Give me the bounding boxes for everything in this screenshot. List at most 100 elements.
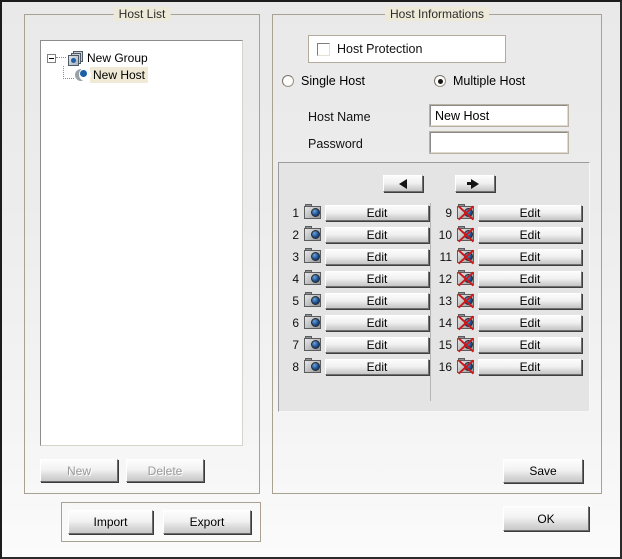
host-information-title: Host Informations: [384, 7, 490, 21]
camera-disabled-icon: [456, 204, 475, 221]
password-label: Password: [308, 137, 363, 151]
multiple-host-radio[interactable]: [434, 75, 446, 87]
channel-edit-button[interactable]: Edit: [325, 270, 429, 287]
channel-edit-button[interactable]: Edit: [325, 204, 429, 221]
tree-connector: [56, 57, 66, 59]
channel-row: 2 Edit: [283, 225, 429, 244]
tree-item-label-group: New Group: [87, 51, 148, 65]
host-protection-frame[interactable]: Host Protection: [308, 35, 506, 63]
channel-number: 9: [445, 205, 452, 220]
camera-icon: [303, 226, 322, 243]
camera-disabled-icon: [456, 270, 475, 287]
channel-edit-button[interactable]: Edit: [478, 314, 582, 331]
right-arrow-icon: [467, 178, 479, 189]
channel-row: 6 Edit: [283, 313, 429, 332]
camera-disabled-icon: [456, 358, 475, 375]
channel-row: 10 Edit: [436, 225, 582, 244]
group-stack-icon: [68, 50, 84, 66]
channel-number: 1: [292, 205, 299, 220]
channel-edit-button[interactable]: Edit: [478, 292, 582, 309]
channel-number: 13: [438, 293, 452, 308]
channel-number: 16: [438, 359, 452, 374]
channel-number: 14: [438, 315, 452, 330]
channel-number: 8: [292, 359, 299, 374]
camera-icon: [303, 292, 322, 309]
single-host-radio[interactable]: [282, 75, 294, 87]
camera-disabled-icon: [456, 314, 475, 331]
channel-number: 3: [292, 249, 299, 264]
host-list-title: Host List: [113, 7, 171, 21]
camera-disabled-icon: [456, 336, 475, 353]
channel-row: 1 Edit: [283, 203, 429, 222]
channel-edit-button[interactable]: Edit: [478, 358, 582, 375]
channel-number: 2: [292, 227, 299, 242]
channel-number: 6: [292, 315, 299, 330]
multiple-host-option[interactable]: Multiple Host: [434, 74, 525, 88]
column-divider: [430, 203, 431, 401]
channel-number: 11: [439, 249, 452, 264]
camera-icon: [303, 204, 322, 221]
new-button[interactable]: New: [40, 459, 118, 482]
next-page-button[interactable]: [455, 175, 495, 192]
channel-row: 3 Edit: [283, 247, 429, 266]
channel-row: 11 Edit: [436, 247, 582, 266]
multiple-host-label: Multiple Host: [453, 74, 526, 88]
channel-row: 13 Edit: [436, 291, 582, 310]
channel-edit-button[interactable]: Edit: [478, 270, 582, 287]
camera-icon: [303, 248, 322, 265]
channel-row: 16 Edit: [436, 357, 582, 376]
channel-number: 5: [292, 293, 299, 308]
channel-number: 10: [438, 227, 452, 242]
tree-item-new-host[interactable]: New Host: [63, 65, 149, 84]
channel-row: 4 Edit: [283, 269, 429, 288]
single-host-label: Single Host: [301, 74, 365, 88]
channel-edit-button[interactable]: Edit: [478, 204, 582, 221]
channel-edit-button[interactable]: Edit: [325, 314, 429, 331]
channel-number: 7: [292, 337, 299, 352]
host-name-label: Host Name: [308, 110, 371, 124]
tree-expander-minus-icon[interactable]: [47, 53, 56, 63]
channel-row: 9 Edit: [436, 203, 582, 222]
camera-icon: [303, 270, 322, 287]
ok-button[interactable]: OK: [503, 506, 589, 531]
channel-number: 12: [438, 271, 452, 286]
channel-row: 7 Edit: [283, 335, 429, 354]
export-button[interactable]: Export: [163, 510, 251, 534]
channel-edit-button[interactable]: Edit: [325, 248, 429, 265]
channel-row: 5 Edit: [283, 291, 429, 310]
channel-edit-button[interactable]: Edit: [325, 292, 429, 309]
channel-row: 14 Edit: [436, 313, 582, 332]
tree-connector-child: [63, 65, 74, 79]
camera-disabled-icon: [456, 248, 475, 265]
channel-edit-button[interactable]: Edit: [325, 226, 429, 243]
host-tree-panel[interactable]: New Group New Host: [40, 40, 243, 446]
channel-grid-panel: 1 Edit 2 Edit 3 Edit 4 Edit 5 Edit 6 Edi…: [278, 162, 590, 412]
save-button[interactable]: Save: [503, 459, 583, 483]
camera-disabled-icon: [456, 292, 475, 309]
host-protection-checkbox[interactable]: [317, 42, 330, 56]
channel-number: 4: [292, 271, 299, 286]
host-protection-label: Host Protection: [337, 42, 423, 56]
channel-row: 15 Edit: [436, 335, 582, 354]
delete-button[interactable]: Delete: [126, 459, 204, 482]
channel-edit-button[interactable]: Edit: [478, 248, 582, 265]
channel-number: 15: [438, 337, 452, 352]
tree-item-new-group[interactable]: New Group: [47, 49, 151, 67]
host-name-input[interactable]: New Host: [429, 104, 569, 127]
channel-edit-button[interactable]: Edit: [478, 226, 582, 243]
camera-icon: [303, 358, 322, 375]
channel-row: 12 Edit: [436, 269, 582, 288]
camera-disabled-icon: [456, 226, 475, 243]
host-configuration-window: Host List New Group New Host New Delete …: [0, 0, 622, 559]
tree-item-label-host: New Host: [90, 67, 149, 83]
single-host-option[interactable]: Single Host: [282, 74, 365, 88]
password-input[interactable]: [429, 131, 569, 154]
import-button[interactable]: Import: [68, 510, 153, 534]
camera-icon: [303, 314, 322, 331]
host-icon: [75, 68, 91, 82]
previous-page-button[interactable]: [383, 175, 423, 192]
channel-row: 8 Edit: [283, 357, 429, 376]
channel-edit-button[interactable]: Edit: [325, 336, 429, 353]
channel-edit-button[interactable]: Edit: [478, 336, 582, 353]
channel-edit-button[interactable]: Edit: [325, 358, 429, 375]
